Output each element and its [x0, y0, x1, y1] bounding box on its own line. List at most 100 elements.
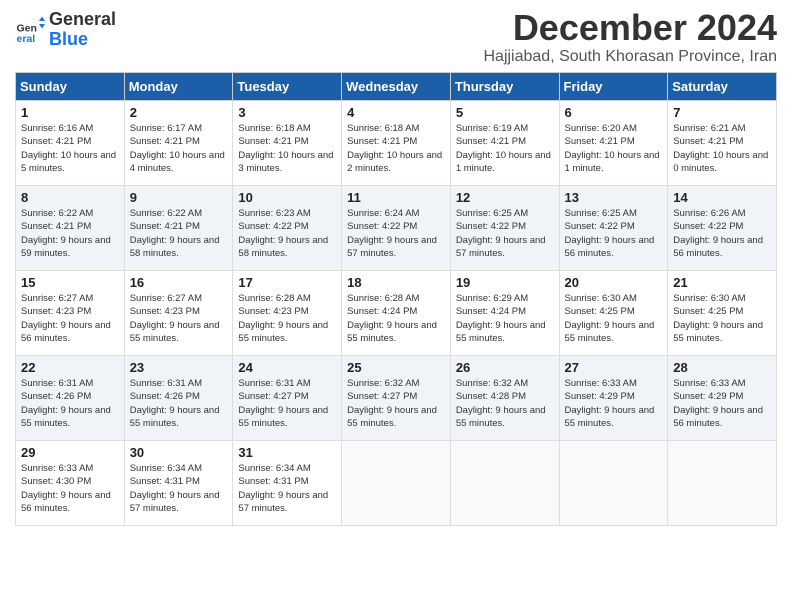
day-cell [559, 441, 668, 526]
month-title: December 2024 [483, 10, 777, 46]
day-number: 18 [347, 275, 445, 290]
day-number: 24 [238, 360, 336, 375]
col-header-saturday: Saturday [668, 73, 777, 101]
day-info: Sunrise: 6:32 AMSunset: 4:28 PMDaylight:… [456, 377, 554, 430]
header-row: SundayMondayTuesdayWednesdayThursdayFrid… [16, 73, 777, 101]
day-number: 22 [21, 360, 119, 375]
day-cell: 19 Sunrise: 6:29 AMSunset: 4:24 PMDayligh… [450, 271, 559, 356]
day-number: 3 [238, 105, 336, 120]
day-info: Sunrise: 6:18 AMSunset: 4:21 PMDaylight:… [347, 122, 445, 175]
day-info: Sunrise: 6:33 AMSunset: 4:30 PMDaylight:… [21, 462, 119, 515]
day-number: 9 [130, 190, 228, 205]
day-number: 27 [565, 360, 663, 375]
day-cell [668, 441, 777, 526]
day-cell: 18 Sunrise: 6:28 AMSunset: 4:24 PMDayligh… [342, 271, 451, 356]
col-header-sunday: Sunday [16, 73, 125, 101]
day-cell: 8 Sunrise: 6:22 AMSunset: 4:21 PMDaylight… [16, 186, 125, 271]
day-number: 21 [673, 275, 771, 290]
day-cell: 17Sunrise: 6:28 AMSunset: 4:23 PMDayligh… [233, 271, 342, 356]
day-number: 11 [347, 190, 445, 205]
day-info: Sunrise: 6:25 AMSunset: 4:22 PMDaylight:… [565, 207, 663, 260]
day-cell [450, 441, 559, 526]
day-cell: 28 Sunrise: 6:33 AMSunset: 4:29 PMDayligh… [668, 356, 777, 441]
day-number: 7 [673, 105, 771, 120]
day-number: 25 [347, 360, 445, 375]
day-number: 13 [565, 190, 663, 205]
day-info: Sunrise: 6:17 AMSunset: 4:21 PMDaylight:… [130, 122, 228, 175]
day-info: Sunrise: 6:31 AMSunset: 4:27 PMDaylight:… [238, 377, 336, 430]
week-row-1: 1Sunrise: 6:16 AMSunset: 4:21 PMDaylight… [16, 101, 777, 186]
day-info: Sunrise: 6:34 AMSunset: 4:31 PMDaylight:… [130, 462, 228, 515]
day-info: Sunrise: 6:24 AMSunset: 4:22 PMDaylight:… [347, 207, 445, 260]
day-number: 12 [456, 190, 554, 205]
col-header-monday: Monday [124, 73, 233, 101]
day-cell: 14 Sunrise: 6:26 AMSunset: 4:22 PMDayligh… [668, 186, 777, 271]
day-info: Sunrise: 6:23 AMSunset: 4:22 PMDaylight:… [238, 207, 336, 260]
day-number: 29 [21, 445, 119, 460]
day-cell: 16 Sunrise: 6:27 AMSunset: 4:23 PMDayligh… [124, 271, 233, 356]
day-number: 6 [565, 105, 663, 120]
day-info: Sunrise: 6:34 AMSunset: 4:31 PMDaylight:… [238, 462, 336, 515]
day-info: Sunrise: 6:28 AMSunset: 4:24 PMDaylight:… [347, 292, 445, 345]
day-cell: 4 Sunrise: 6:18 AMSunset: 4:21 PMDaylight… [342, 101, 451, 186]
col-header-thursday: Thursday [450, 73, 559, 101]
day-info: Sunrise: 6:20 AMSunset: 4:21 PMDaylight:… [565, 122, 663, 175]
day-info: Sunrise: 6:30 AMSunset: 4:25 PMDaylight:… [673, 292, 771, 345]
week-row-4: 22 Sunrise: 6:31 AMSunset: 4:26 PMDayligh… [16, 356, 777, 441]
day-cell: 29 Sunrise: 6:33 AMSunset: 4:30 PMDayligh… [16, 441, 125, 526]
day-number: 31 [238, 445, 336, 460]
day-cell: 25 Sunrise: 6:32 AMSunset: 4:27 PMDayligh… [342, 356, 451, 441]
col-header-tuesday: Tuesday [233, 73, 342, 101]
day-cell: 9Sunrise: 6:22 AMSunset: 4:21 PMDaylight… [124, 186, 233, 271]
day-number: 4 [347, 105, 445, 120]
location-title: Hajjiabad, South Khorasan Province, Iran [483, 48, 777, 66]
day-info: Sunrise: 6:27 AMSunset: 4:23 PMDaylight:… [130, 292, 228, 345]
day-number: 30 [130, 445, 228, 460]
title-area: December 2024 Hajjiabad, South Khorasan … [483, 10, 777, 66]
day-number: 20 [565, 275, 663, 290]
day-info: Sunrise: 6:28 AMSunset: 4:23 PMDaylight:… [238, 292, 336, 345]
day-number: 19 [456, 275, 554, 290]
day-cell: 24 Sunrise: 6:31 AMSunset: 4:27 PMDayligh… [233, 356, 342, 441]
day-info: Sunrise: 6:27 AMSunset: 4:23 PMDaylight:… [21, 292, 119, 345]
day-info: Sunrise: 6:26 AMSunset: 4:22 PMDaylight:… [673, 207, 771, 260]
day-info: Sunrise: 6:30 AMSunset: 4:25 PMDaylight:… [565, 292, 663, 345]
day-number: 14 [673, 190, 771, 205]
day-cell: 1Sunrise: 6:16 AMSunset: 4:21 PMDaylight… [16, 101, 125, 186]
day-info: Sunrise: 6:29 AMSunset: 4:24 PMDaylight:… [456, 292, 554, 345]
day-cell: 5Sunrise: 6:19 AMSunset: 4:21 PMDaylight… [450, 101, 559, 186]
day-number: 16 [130, 275, 228, 290]
day-cell: 27 Sunrise: 6:33 AMSunset: 4:29 PMDayligh… [559, 356, 668, 441]
day-cell: 2Sunrise: 6:17 AMSunset: 4:21 PMDaylight… [124, 101, 233, 186]
day-number: 28 [673, 360, 771, 375]
day-info: Sunrise: 6:33 AMSunset: 4:29 PMDaylight:… [673, 377, 771, 430]
day-info: Sunrise: 6:32 AMSunset: 4:27 PMDaylight:… [347, 377, 445, 430]
day-info: Sunrise: 6:25 AMSunset: 4:22 PMDaylight:… [456, 207, 554, 260]
day-cell: 21 Sunrise: 6:30 AMSunset: 4:25 PMDayligh… [668, 271, 777, 356]
day-cell: 10 Sunrise: 6:23 AMSunset: 4:22 PMDayligh… [233, 186, 342, 271]
day-info: Sunrise: 6:22 AMSunset: 4:21 PMDaylight:… [21, 207, 119, 260]
day-info: Sunrise: 6:31 AMSunset: 4:26 PMDaylight:… [130, 377, 228, 430]
day-info: Sunrise: 6:21 AMSunset: 4:21 PMDaylight:… [673, 122, 771, 175]
day-number: 8 [21, 190, 119, 205]
day-cell: 3 Sunrise: 6:18 AMSunset: 4:21 PMDaylight… [233, 101, 342, 186]
day-cell: 30 Sunrise: 6:34 AMSunset: 4:31 PMDayligh… [124, 441, 233, 526]
day-info: Sunrise: 6:16 AMSunset: 4:21 PMDaylight:… [21, 122, 119, 175]
day-cell: 13 Sunrise: 6:25 AMSunset: 4:22 PMDayligh… [559, 186, 668, 271]
day-cell: 15Sunrise: 6:27 AMSunset: 4:23 PMDayligh… [16, 271, 125, 356]
day-number: 5 [456, 105, 554, 120]
day-cell: 22 Sunrise: 6:31 AMSunset: 4:26 PMDayligh… [16, 356, 125, 441]
col-header-wednesday: Wednesday [342, 73, 451, 101]
day-info: Sunrise: 6:33 AMSunset: 4:29 PMDaylight:… [565, 377, 663, 430]
week-row-5: 29 Sunrise: 6:33 AMSunset: 4:30 PMDayligh… [16, 441, 777, 526]
day-cell: 7 Sunrise: 6:21 AMSunset: 4:21 PMDaylight… [668, 101, 777, 186]
day-info: Sunrise: 6:31 AMSunset: 4:26 PMDaylight:… [21, 377, 119, 430]
logo: Gen eral General Blue [15, 10, 116, 50]
day-cell: 11 Sunrise: 6:24 AMSunset: 4:22 PMDayligh… [342, 186, 451, 271]
day-info: Sunrise: 6:18 AMSunset: 4:21 PMDaylight:… [238, 122, 336, 175]
logo-text: General Blue [49, 10, 116, 50]
week-row-3: 15Sunrise: 6:27 AMSunset: 4:23 PMDayligh… [16, 271, 777, 356]
day-number: 10 [238, 190, 336, 205]
svg-text:eral: eral [17, 33, 36, 45]
day-cell: 26Sunrise: 6:32 AMSunset: 4:28 PMDayligh… [450, 356, 559, 441]
